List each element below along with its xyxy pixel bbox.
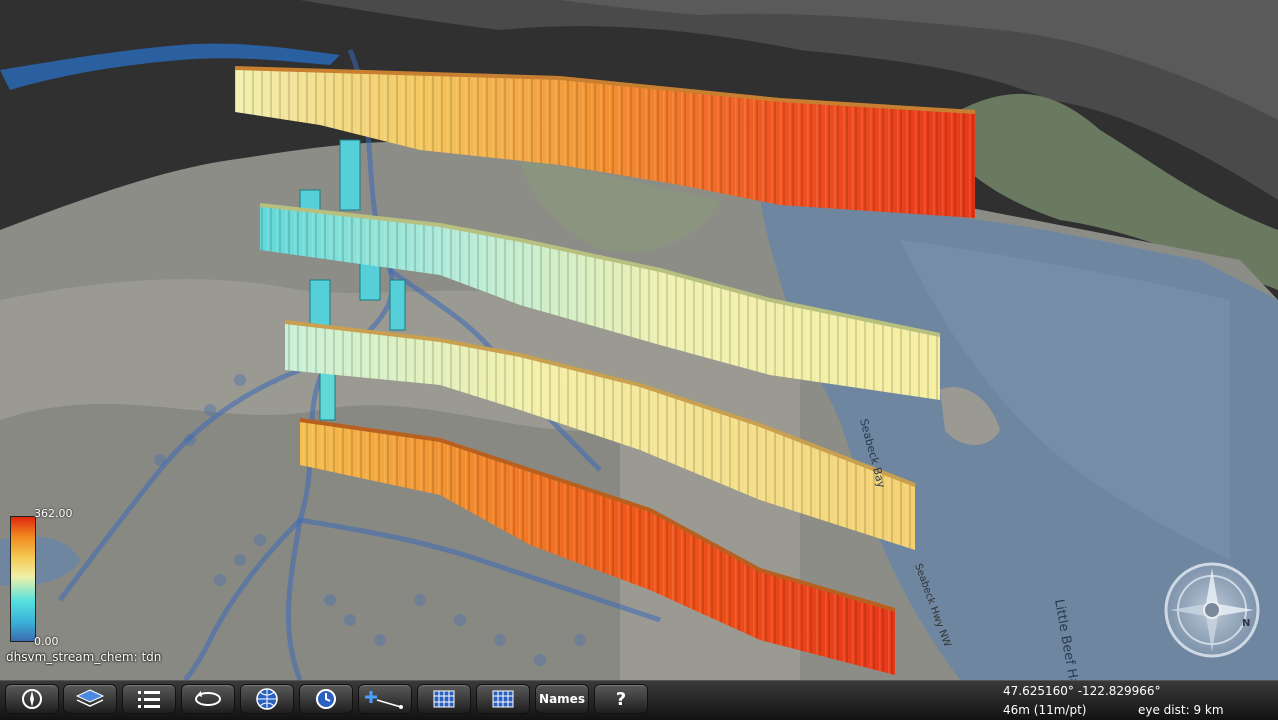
globe-button[interactable]: [240, 684, 294, 714]
grid-icon: [492, 690, 514, 708]
layers-icon: [75, 689, 105, 707]
names-button[interactable]: Names: [535, 684, 589, 714]
rotate-icon: [195, 691, 221, 706]
globe-icon: [256, 688, 278, 710]
compass-button[interactable]: [5, 684, 59, 714]
measure-icon: [365, 691, 403, 709]
eye-distance-readout: eye dist: 9 km: [1138, 703, 1224, 717]
list-button[interactable]: [122, 684, 176, 714]
terrain-3d-view[interactable]: Seabeck Bay Little Beef Harbor Seabeck H…: [0, 0, 1278, 719]
rotate-button[interactable]: [181, 684, 235, 714]
layers-button[interactable]: [63, 684, 117, 714]
clock-icon: [316, 689, 336, 709]
coordinates-readout: 47.625160° -122.829966°: [1003, 684, 1161, 698]
elevation-readout: 46m (11m/pt): [1003, 703, 1087, 717]
grid-button-1[interactable]: [417, 684, 471, 714]
compass-widget[interactable]: N: [1162, 560, 1262, 660]
grid-icon: [433, 690, 455, 708]
grid-button-2[interactable]: [476, 684, 530, 714]
legend-variable-name: dhsvm_stream_chem: tdn: [6, 650, 162, 664]
compass-north-label: N: [1242, 618, 1250, 629]
color-scale-bar: [10, 516, 36, 642]
legend-min-value: 0.00: [34, 635, 59, 648]
help-button[interactable]: ?: [594, 684, 648, 714]
legend-max-value: 362.00: [34, 507, 73, 520]
compass-icon: [22, 689, 42, 709]
measure-button[interactable]: [358, 684, 412, 714]
clock-button[interactable]: [299, 684, 353, 714]
list-icon: [138, 691, 160, 708]
